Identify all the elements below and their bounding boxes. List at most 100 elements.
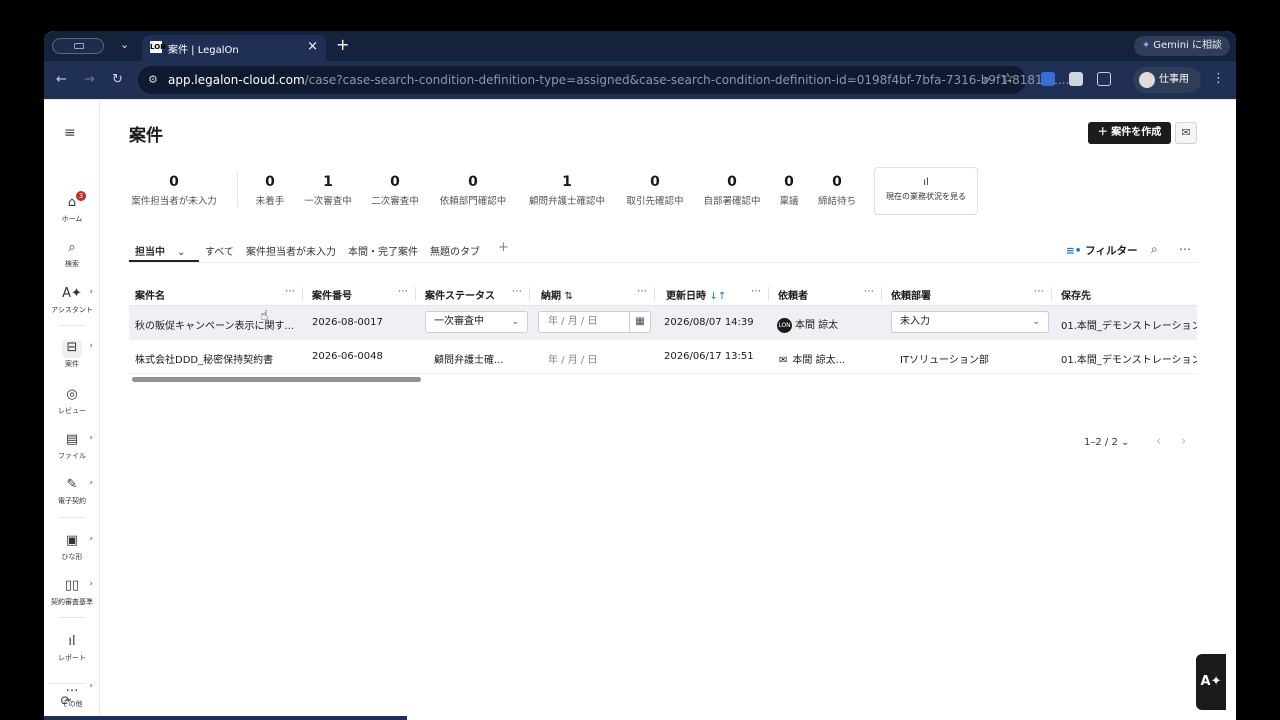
chevron-right-icon: › — [89, 681, 93, 691]
stat-awaiting-signing[interactable]: 0 締結待ち — [815, 174, 859, 207]
new-tab-icon[interactable]: + — [336, 35, 349, 54]
sidebar-item-reports[interactable]: ıl レポート — [44, 634, 100, 663]
requester-cell[interactable]: LON 本間 諒太 — [777, 316, 838, 333]
inbox-icon: ⊟ — [62, 340, 82, 358]
column-updated-at[interactable]: 更新日時 ↓↑ — [666, 287, 726, 302]
sidebar-item-cases[interactable]: ⊟ › 案件 — [44, 340, 100, 369]
sidebar-item-home[interactable]: ⌂ 3 ホーム — [44, 191, 100, 224]
column-menu-icon[interactable]: ⋯ — [512, 286, 522, 297]
stat-first-review[interactable]: 1 一次審査中 — [303, 174, 353, 207]
site-info-icon[interactable]: ⚙ — [148, 73, 158, 86]
tab-untitled[interactable]: 無題のタブ — [430, 243, 480, 258]
column-storage[interactable]: 保存先 — [1061, 287, 1091, 302]
column-menu-icon[interactable]: ⋯ — [1034, 286, 1044, 297]
forward-icon[interactable]: → — [84, 72, 95, 87]
sidebar-item-review-standards[interactable]: ▯▯ › 契約審査基準 — [44, 578, 100, 607]
sidebar-item-search[interactable]: ⌕ 検索 — [44, 240, 100, 269]
filter-icon: ≡• — [1066, 245, 1082, 257]
column-menu-icon[interactable]: ⋯ — [751, 286, 761, 297]
assistant-fab-icon[interactable]: A✦ — [1196, 654, 1226, 710]
storage-cell[interactable]: 01.本間_デモンストレーション — [1061, 351, 1197, 366]
sidebar-item-assistant[interactable]: A✦ › アシスタント — [44, 286, 100, 315]
case-status-cell[interactable]: 顧問弁護士確... — [434, 351, 504, 366]
tab-close-icon[interactable]: × — [307, 39, 318, 54]
updated-at-cell: 2026/06/17 13:51 — [664, 351, 754, 362]
column-menu-icon[interactable]: ⋯ — [864, 286, 874, 297]
column-case-status[interactable]: 案件ステータス — [425, 287, 495, 302]
tab-honma-completed[interactable]: 本間・完了案件 — [348, 243, 418, 258]
reload-icon[interactable]: ↻ — [112, 72, 123, 87]
sidebar-item-review[interactable]: ◎ レビュー — [44, 387, 100, 416]
stat-unassigned[interactable]: 0 案件担当者が未入力 — [129, 174, 219, 207]
browser-tab[interactable]: LON 案件 | LegalOn × — [142, 35, 326, 61]
case-name-cell[interactable]: 秋の販促キャンペーン表示に関す... — [135, 317, 294, 332]
next-page-icon[interactable]: › — [1181, 434, 1186, 449]
stat-own-dept[interactable]: 0 自部署確認中 — [701, 174, 763, 207]
tab-list-chevron-icon[interactable]: ⌄ — [120, 38, 129, 51]
stat-approval[interactable]: 0 稟議 — [778, 174, 800, 207]
address-bar[interactable]: ⚙ app.legalon-cloud.com/case?case-search… — [138, 66, 1069, 94]
storage-cell[interactable]: 01.本間_デモンストレーション — [1061, 317, 1197, 332]
department-select[interactable]: 未入力 ⌄ — [891, 311, 1049, 333]
bookmark-star-icon[interactable]: ☆ — [1001, 71, 1014, 87]
table-row[interactable]: 株式会社DDD_秘密保持契約書 2026-06-0048 顧問弁護士確... 年… — [129, 340, 1197, 374]
chevron-right-icon: › — [89, 579, 93, 589]
stat-second-review[interactable]: 0 二次審査中 — [370, 174, 420, 207]
due-date-input[interactable]: 年 / 月 / 日 ▦ — [538, 311, 651, 333]
tab-group-switcher[interactable] — [52, 38, 104, 54]
filter-button[interactable]: ≡• フィルター — [1066, 243, 1137, 258]
extension-grid-icon[interactable] — [1041, 72, 1055, 86]
column-requesting-department[interactable]: 依頼部署 — [891, 287, 931, 302]
extension-chat-icon[interactable] — [1069, 72, 1083, 86]
prev-page-icon[interactable]: ‹ — [1156, 434, 1161, 449]
column-menu-icon[interactable]: ⋯ — [637, 286, 647, 297]
case-status-select[interactable]: 一次審査中 ⌄ — [425, 311, 528, 333]
sidebar-item-templates[interactable]: ▣ › ひな形 — [44, 533, 100, 562]
browser-window: ⌄ LON 案件 | LegalOn × + ✦ Gemini に相談 ← → ↻… — [44, 31, 1236, 720]
department-cell[interactable]: ITソリューション部 — [900, 351, 989, 366]
browser-menu-icon[interactable]: ⋮ — [1212, 71, 1225, 86]
zoom-icon[interactable]: ⌕ — [983, 72, 990, 87]
home-icon: ⌂ — [67, 195, 77, 210]
tab-assigned[interactable]: 担当中 ⌄ — [135, 243, 185, 258]
pagination-range[interactable]: 1–2 / 2 ⌄ — [1084, 437, 1129, 448]
column-case-number[interactable]: 案件番号 — [312, 287, 352, 302]
page-title: 案件 — [129, 126, 163, 146]
search-icon: ⌕ — [68, 240, 76, 255]
profile-button[interactable]: 仕事用 — [1133, 67, 1201, 93]
tab-unassigned[interactable]: 案件担当者が未入力 — [246, 243, 336, 258]
more-options-icon[interactable]: ⋯ — [1179, 242, 1191, 256]
mouse-cursor-icon: ☝ — [260, 308, 269, 324]
column-menu-icon[interactable]: ⋯ — [285, 286, 295, 297]
horizontal-scrollbar[interactable] — [132, 377, 421, 382]
stat-counterparty[interactable]: 0 取引先確認中 — [624, 174, 686, 207]
extensions-puzzle-icon[interactable] — [1097, 72, 1111, 86]
menu-toggle-icon[interactable]: ≡ — [64, 125, 76, 141]
sidebar-item-esign[interactable]: ✎ › 電子契約 — [44, 477, 100, 506]
stat-advisor-lawyer[interactable]: 1 顧問弁護士確認中 — [526, 174, 608, 207]
sidebar-item-files[interactable]: ▤ › ファイル — [44, 432, 100, 461]
column-case-name[interactable]: 案件名 — [135, 287, 165, 302]
due-date-cell[interactable]: 年 / 月 / 日 — [548, 351, 597, 366]
support-icon[interactable]: ⟳ — [48, 683, 84, 719]
search-icon[interactable]: ⌕ — [1151, 242, 1158, 257]
gemini-button[interactable]: ✦ Gemini に相談 — [1133, 36, 1230, 56]
chevron-right-icon: › — [89, 287, 93, 297]
case-number-cell: 2026-06-0048 — [312, 351, 383, 362]
tab-all[interactable]: すべて — [205, 243, 234, 258]
requester-cell[interactable]: ✉ 本間 諒太... — [779, 351, 845, 366]
case-name-cell[interactable]: 株式会社DDD_秘密保持契約書 — [135, 351, 273, 366]
back-icon[interactable]: ← — [56, 72, 67, 87]
column-requester[interactable]: 依頼者 — [778, 287, 808, 302]
create-case-button[interactable]: ＋ 案件を作成 — [1088, 122, 1171, 144]
column-menu-icon[interactable]: ⋯ — [398, 286, 408, 297]
check-circle-icon: ◎ — [66, 387, 78, 402]
requester-avatar: LON — [777, 317, 792, 333]
table-row[interactable]: 秋の販促キャンペーン表示に関す... 2026-08-0017 一次審査中 ⌄ 年… — [129, 306, 1197, 340]
mail-icon[interactable]: ✉ — [1175, 122, 1197, 144]
column-due-date[interactable]: 納期 ⇅ — [541, 287, 573, 302]
view-work-status-button[interactable]: ıl 現在の業務状況を見る — [874, 167, 978, 215]
stat-not-started[interactable]: 0 未着手 — [252, 174, 288, 207]
stat-requesting-dept[interactable]: 0 依頼部門確認中 — [437, 174, 509, 207]
add-tab-icon[interactable]: + — [498, 240, 509, 255]
